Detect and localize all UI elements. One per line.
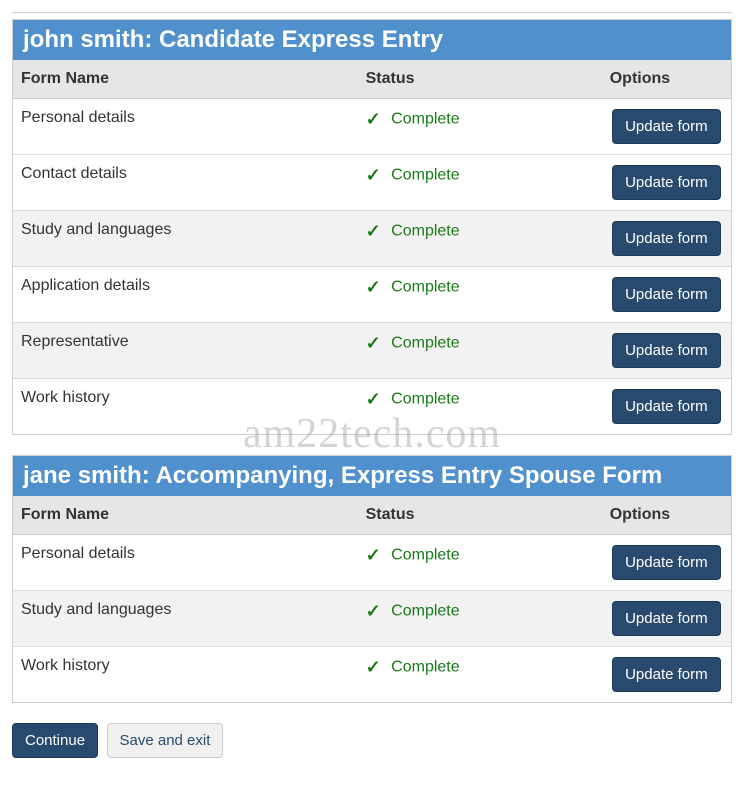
- check-icon: ✓: [366, 545, 381, 566]
- form-name: Contact details: [13, 155, 358, 211]
- update-form-button[interactable]: Update form: [612, 389, 721, 424]
- status-text: Complete: [391, 111, 459, 128]
- update-form-button[interactable]: Update form: [612, 333, 721, 368]
- check-icon: ✓: [366, 277, 381, 298]
- status-text: Complete: [391, 391, 459, 408]
- status-text: Complete: [391, 335, 459, 352]
- form-status: ✓ Complete: [358, 323, 602, 379]
- table-row: Personal details ✓ Complete Update form: [13, 535, 731, 591]
- form-name: Study and languages: [13, 591, 358, 647]
- update-form-button[interactable]: Update form: [612, 109, 721, 144]
- form-name: Representative: [13, 323, 358, 379]
- form-status: ✓ Complete: [358, 155, 602, 211]
- form-name: Personal details: [13, 99, 358, 155]
- spouse-section: jane smith: Accompanying, Express Entry …: [12, 455, 732, 703]
- update-form-button[interactable]: Update form: [612, 277, 721, 312]
- update-form-button[interactable]: Update form: [612, 221, 721, 256]
- form-status: ✓ Complete: [358, 267, 602, 323]
- form-name: Application details: [13, 267, 358, 323]
- status-text: Complete: [391, 659, 459, 676]
- table-row: Contact details ✓ Complete Update form: [13, 155, 731, 211]
- table-row: Application details ✓ Complete Update fo…: [13, 267, 731, 323]
- update-form-button[interactable]: Update form: [612, 657, 721, 692]
- table-row: Study and languages ✓ Complete Update fo…: [13, 591, 731, 647]
- save-and-exit-button[interactable]: Save and exit: [107, 723, 224, 758]
- form-status: ✓ Complete: [358, 647, 602, 703]
- check-icon: ✓: [366, 389, 381, 410]
- form-status: ✓ Complete: [358, 591, 602, 647]
- form-status: ✓ Complete: [358, 99, 602, 155]
- col-header-options: Options: [602, 60, 731, 99]
- section-title: jane smith: Accompanying, Express Entry …: [13, 456, 731, 496]
- continue-button[interactable]: Continue: [12, 723, 98, 758]
- form-status: ✓ Complete: [358, 211, 602, 267]
- col-header-status: Status: [358, 60, 602, 99]
- check-icon: ✓: [366, 657, 381, 678]
- update-form-button[interactable]: Update form: [612, 601, 721, 636]
- check-icon: ✓: [366, 165, 381, 186]
- form-name: Work history: [13, 379, 358, 435]
- form-name: Work history: [13, 647, 358, 703]
- update-form-button[interactable]: Update form: [612, 165, 721, 200]
- forms-table: Form Name Status Options Personal detail…: [13, 496, 731, 702]
- top-divider: [12, 12, 732, 13]
- action-bar: Continue Save and exit: [12, 723, 732, 758]
- col-header-status: Status: [358, 496, 602, 535]
- candidate-section: john smith: Candidate Express Entry Form…: [12, 19, 732, 435]
- form-status: ✓ Complete: [358, 379, 602, 435]
- form-name: Personal details: [13, 535, 358, 591]
- col-header-name: Form Name: [13, 60, 358, 99]
- check-icon: ✓: [366, 333, 381, 354]
- col-header-options: Options: [602, 496, 731, 535]
- status-text: Complete: [391, 547, 459, 564]
- form-status: ✓ Complete: [358, 535, 602, 591]
- status-text: Complete: [391, 603, 459, 620]
- check-icon: ✓: [366, 221, 381, 242]
- table-row: Study and languages ✓ Complete Update fo…: [13, 211, 731, 267]
- check-icon: ✓: [366, 601, 381, 622]
- table-row: Work history ✓ Complete Update form: [13, 379, 731, 435]
- status-text: Complete: [391, 167, 459, 184]
- col-header-name: Form Name: [13, 496, 358, 535]
- table-row: Personal details ✓ Complete Update form: [13, 99, 731, 155]
- status-text: Complete: [391, 223, 459, 240]
- forms-table: Form Name Status Options Personal detail…: [13, 60, 731, 434]
- check-icon: ✓: [366, 109, 381, 130]
- section-title: john smith: Candidate Express Entry: [13, 20, 731, 60]
- table-row: Representative ✓ Complete Update form: [13, 323, 731, 379]
- update-form-button[interactable]: Update form: [612, 545, 721, 580]
- status-text: Complete: [391, 279, 459, 296]
- form-name: Study and languages: [13, 211, 358, 267]
- table-row: Work history ✓ Complete Update form: [13, 647, 731, 703]
